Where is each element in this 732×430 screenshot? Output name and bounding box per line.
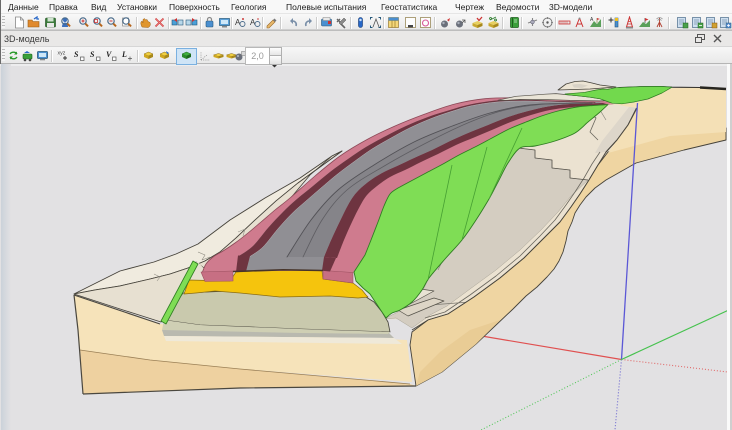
svg-text:xyz: xyz	[58, 51, 66, 57]
svg-text:S: S	[90, 50, 95, 59]
svg-text:L: L	[121, 50, 127, 59]
svg-text:V: V	[106, 50, 112, 59]
svg-text:S: S	[74, 50, 79, 59]
